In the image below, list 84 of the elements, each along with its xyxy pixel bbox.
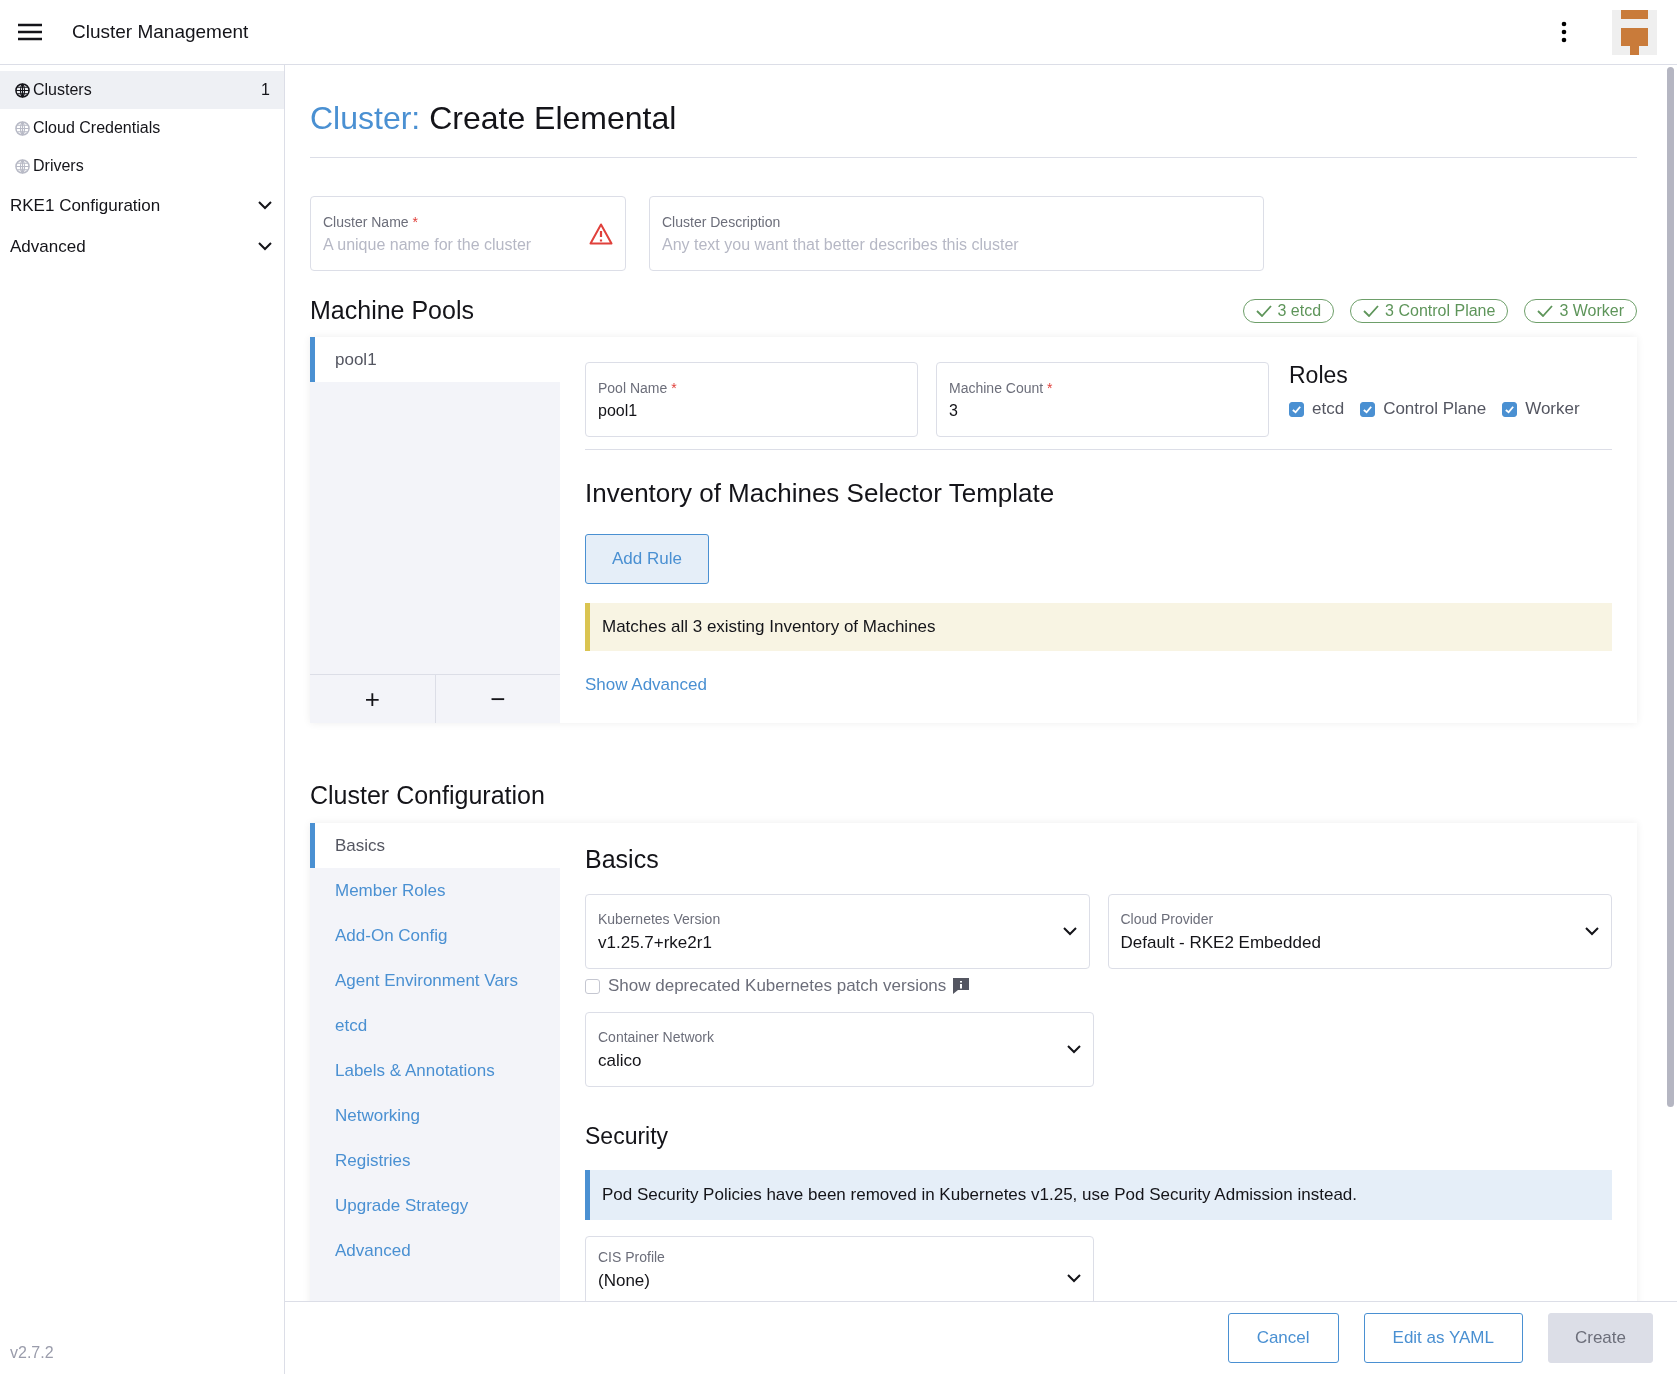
field-label: Kubernetes Version (598, 910, 722, 927)
config-tab[interactable]: Member Roles (310, 868, 560, 913)
badge-label: 3 etcd (1277, 301, 1322, 320)
select-field[interactable]: Cloud Provider Default - RKE2 Embedded (1107, 894, 1612, 969)
pool-tab[interactable]: pool1 (310, 337, 560, 382)
nav-item[interactable]: Clusters 1 (0, 71, 284, 109)
config-tab[interactable]: Agent Environment Vars (310, 958, 560, 1003)
roles-heading: Roles (1289, 362, 1349, 389)
field-label: Cluster Name * (323, 213, 419, 230)
check-icon (1504, 403, 1516, 415)
text-field[interactable]: Machine Count * 3 (936, 362, 1269, 437)
add-rule-button[interactable]: Add Rule (585, 534, 709, 584)
nav-item[interactable]: Cloud Credentials (0, 109, 284, 147)
text-field[interactable]: Cluster Name * A unique name for the cluster (310, 196, 626, 271)
checkbox-label: etcd (1312, 399, 1345, 419)
text-field[interactable]: Cluster Description Any text you want that better describes this cluster (649, 196, 1264, 271)
field-label: Pool Name * (598, 379, 678, 396)
config-tab[interactable]: Networking (310, 1093, 560, 1138)
config-tab[interactable]: Labels & Annotations (310, 1048, 560, 1093)
menu-icon (18, 23, 42, 41)
menu-button[interactable] (18, 23, 42, 41)
section-heading: Security (585, 1123, 670, 1150)
show-advanced-link[interactable]: Show Advanced (585, 675, 707, 695)
chevron-down-icon (258, 242, 272, 251)
footer-button[interactable]: Cancel (1227, 1313, 1339, 1363)
check-icon (1291, 403, 1302, 415)
info-icon (952, 977, 971, 995)
scrollbar-thumb[interactable] (1667, 67, 1674, 1107)
footer-button[interactable]: Edit as YAML (1363, 1313, 1523, 1363)
select-field[interactable]: Kubernetes Version v1.25.7+rke2r1 (585, 894, 1090, 969)
item-count: 1 (261, 81, 270, 99)
field-label: Cluster Description (662, 213, 782, 230)
version-label: v2.7.2 (9, 1344, 55, 1363)
select-field[interactable]: Container Network calico (585, 1012, 1094, 1087)
field-label: Machine Count * (949, 379, 1054, 396)
check-icon (1537, 304, 1554, 317)
notice-banner: Matches all 3 existing Inventory of Machines (585, 603, 1612, 651)
select-field[interactable]: CIS Profile (None) (585, 1236, 1094, 1301)
check-icon (1255, 304, 1272, 317)
section-heading: Cluster Configuration (310, 781, 546, 810)
checkbox[interactable] (585, 978, 600, 994)
checkbox[interactable] (1502, 401, 1518, 417)
globe-icon (15, 120, 30, 136)
checkbox-label: Worker (1525, 399, 1580, 419)
notice-banner: Pod Security Policies have been removed in Kubernetes v1.25, use Pod Security Admission instead. (585, 1170, 1612, 1220)
chevron-down-icon (258, 201, 272, 210)
avatar-icon (1612, 9, 1657, 55)
config-tab[interactable]: Basics (310, 823, 560, 868)
field-label: CIS Profile (598, 1249, 666, 1265)
nav-group[interactable]: Advanced (0, 226, 284, 267)
config-tab[interactable]: Registries (310, 1138, 560, 1183)
config-tab[interactable]: etcd (310, 1003, 560, 1048)
remove-pool-button[interactable]: − (434, 675, 560, 723)
text-field[interactable]: Pool Name * pool1 (585, 362, 918, 437)
section-heading: Machine Pools (310, 296, 474, 325)
nav-item[interactable]: Drivers (0, 147, 284, 185)
chevron-down-icon (1062, 927, 1077, 936)
config-tab[interactable]: Advanced (310, 1228, 560, 1273)
nav-group[interactable]: RKE1 Configuration (0, 185, 284, 226)
section-heading: Basics (585, 845, 660, 874)
chevron-down-icon (1067, 1045, 1081, 1054)
check-icon (1363, 304, 1380, 317)
field-label: Container Network (598, 1028, 715, 1045)
section-heading: Inventory of Machines Selector Template (585, 478, 1056, 509)
app-title: Cluster Management (72, 21, 250, 43)
checkbox-label: Show deprecated Kubernetes patch versions (608, 976, 947, 996)
checkbox[interactable] (1360, 401, 1376, 417)
globe-icon (15, 82, 30, 98)
checkbox[interactable] (1289, 401, 1304, 417)
page-title: Cluster: Create Elemental (310, 100, 1637, 158)
config-tab[interactable]: Add-On Config (310, 913, 560, 958)
check-icon (1362, 403, 1374, 415)
more-button[interactable] (1561, 21, 1567, 43)
checkbox-label: Control Plane (1383, 399, 1487, 419)
avatar-button[interactable] (1612, 9, 1657, 55)
more-icon (1561, 21, 1567, 43)
globe-icon (15, 158, 30, 174)
badge-label: 3 Control Plane (1385, 301, 1496, 320)
add-pool-button[interactable]: + (310, 675, 435, 723)
chevron-down-icon (1067, 1274, 1081, 1283)
badge-label: 3 Worker (1559, 301, 1624, 320)
chevron-down-icon (1585, 927, 1599, 936)
config-tab[interactable]: Upgrade Strategy (310, 1183, 560, 1228)
field-label: Cloud Provider (1120, 910, 1215, 927)
